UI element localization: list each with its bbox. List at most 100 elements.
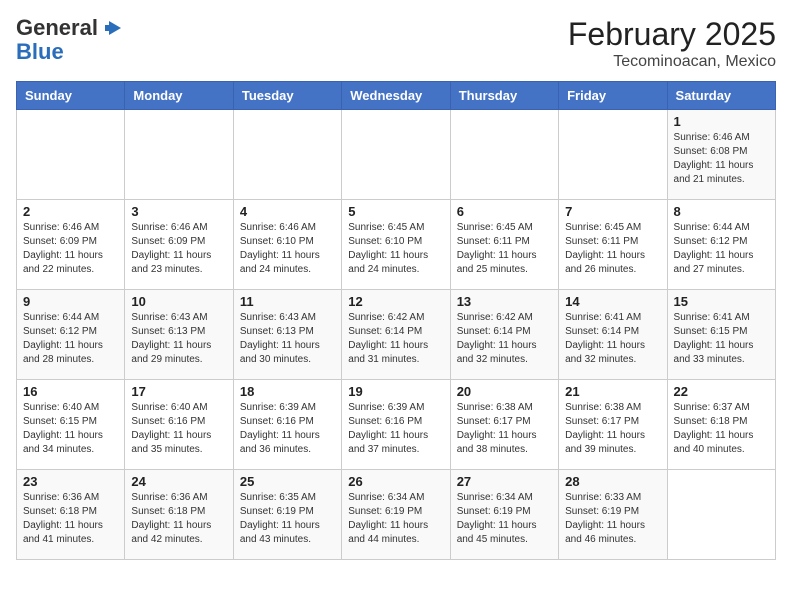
- calendar-cell: 20 Sunrise: 6:38 AM Sunset: 6:17 PM Dayli…: [450, 380, 558, 470]
- day-number: 28: [565, 474, 660, 489]
- day-number: 10: [131, 294, 226, 309]
- calendar-cell: 6 Sunrise: 6:45 AM Sunset: 6:11 PM Daylig…: [450, 200, 558, 290]
- day-number: 16: [23, 384, 118, 399]
- day-info: Sunrise: 6:45 AM Sunset: 6:10 PM Dayligh…: [348, 221, 443, 277]
- day-info: Sunrise: 6:41 AM Sunset: 6:15 PM Dayligh…: [674, 311, 769, 367]
- weekday-header-thursday: Thursday: [450, 82, 558, 110]
- calendar-cell: 11 Sunrise: 6:43 AM Sunset: 6:13 PM Dayli…: [233, 290, 341, 380]
- day-info: Sunrise: 6:42 AM Sunset: 6:14 PM Dayligh…: [457, 311, 552, 367]
- day-number: 13: [457, 294, 552, 309]
- calendar-cell: 1Sunrise: 6:46 AM Sunset: 6:08 PM Daylig…: [667, 110, 775, 200]
- day-number: 11: [240, 294, 335, 309]
- calendar-cell: 4 Sunrise: 6:46 AM Sunset: 6:10 PM Daylig…: [233, 200, 341, 290]
- day-number: 17: [131, 384, 226, 399]
- calendar-cell: 25 Sunrise: 6:35 AM Sunset: 6:19 PM Dayli…: [233, 470, 341, 560]
- calendar-cell: 15 Sunrise: 6:41 AM Sunset: 6:15 PM Dayli…: [667, 290, 775, 380]
- calendar-cell: 9 Sunrise: 6:44 AM Sunset: 6:12 PM Daylig…: [17, 290, 125, 380]
- calendar-cell: 23 Sunrise: 6:36 AM Sunset: 6:18 PM Dayli…: [17, 470, 125, 560]
- day-number: 9: [23, 294, 118, 309]
- weekday-header-friday: Friday: [559, 82, 667, 110]
- logo: General Blue: [16, 16, 123, 64]
- calendar-cell: 16Sunrise: 6:40 AM Sunset: 6:15 PM Dayli…: [17, 380, 125, 470]
- day-number: 18: [240, 384, 335, 399]
- day-number: 3: [131, 204, 226, 219]
- calendar-header-row: SundayMondayTuesdayWednesdayThursdayFrid…: [17, 82, 776, 110]
- day-info: Sunrise: 6:46 AM Sunset: 6:09 PM Dayligh…: [23, 221, 118, 277]
- calendar-cell: [667, 470, 775, 560]
- month-year-title: February 2025: [568, 16, 776, 53]
- weekday-header-saturday: Saturday: [667, 82, 775, 110]
- calendar-week-row: 1Sunrise: 6:46 AM Sunset: 6:08 PM Daylig…: [17, 110, 776, 200]
- day-info: Sunrise: 6:33 AM Sunset: 6:19 PM Dayligh…: [565, 491, 660, 547]
- day-number: 8: [674, 204, 769, 219]
- calendar-cell: 26 Sunrise: 6:34 AM Sunset: 6:19 PM Dayli…: [342, 470, 450, 560]
- day-number: 19: [348, 384, 443, 399]
- day-info: Sunrise: 6:34 AM Sunset: 6:19 PM Dayligh…: [457, 491, 552, 547]
- day-number: 2: [23, 204, 118, 219]
- day-info: Sunrise: 6:43 AM Sunset: 6:13 PM Dayligh…: [240, 311, 335, 367]
- calendar-table: SundayMondayTuesdayWednesdayThursdayFrid…: [16, 81, 776, 560]
- day-number: 1: [674, 114, 769, 129]
- calendar-cell: [17, 110, 125, 200]
- calendar-week-row: 23 Sunrise: 6:36 AM Sunset: 6:18 PM Dayli…: [17, 470, 776, 560]
- calendar-week-row: 2 Sunrise: 6:46 AM Sunset: 6:09 PM Daylig…: [17, 200, 776, 290]
- day-number: 23: [23, 474, 118, 489]
- day-number: 5: [348, 204, 443, 219]
- calendar-week-row: 16Sunrise: 6:40 AM Sunset: 6:15 PM Dayli…: [17, 380, 776, 470]
- calendar-cell: 24 Sunrise: 6:36 AM Sunset: 6:18 PM Dayli…: [125, 470, 233, 560]
- day-number: 21: [565, 384, 660, 399]
- day-info: Sunrise: 6:44 AM Sunset: 6:12 PM Dayligh…: [674, 221, 769, 277]
- calendar-cell: 19Sunrise: 6:39 AM Sunset: 6:16 PM Dayli…: [342, 380, 450, 470]
- calendar-cell: [559, 110, 667, 200]
- day-info: Sunrise: 6:36 AM Sunset: 6:18 PM Dayligh…: [23, 491, 118, 547]
- day-number: 7: [565, 204, 660, 219]
- weekday-header-sunday: Sunday: [17, 82, 125, 110]
- day-info: Sunrise: 6:37 AM Sunset: 6:18 PM Dayligh…: [674, 401, 769, 457]
- day-info: Sunrise: 6:46 AM Sunset: 6:10 PM Dayligh…: [240, 221, 335, 277]
- day-number: 26: [348, 474, 443, 489]
- calendar-cell: 14 Sunrise: 6:41 AM Sunset: 6:14 PM Dayli…: [559, 290, 667, 380]
- weekday-header-wednesday: Wednesday: [342, 82, 450, 110]
- calendar-cell: [125, 110, 233, 200]
- calendar-cell: 10 Sunrise: 6:43 AM Sunset: 6:13 PM Dayli…: [125, 290, 233, 380]
- day-number: 27: [457, 474, 552, 489]
- day-info: Sunrise: 6:44 AM Sunset: 6:12 PM Dayligh…: [23, 311, 118, 367]
- day-info: Sunrise: 6:38 AM Sunset: 6:17 PM Dayligh…: [457, 401, 552, 457]
- day-number: 4: [240, 204, 335, 219]
- day-number: 15: [674, 294, 769, 309]
- day-info: Sunrise: 6:45 AM Sunset: 6:11 PM Dayligh…: [565, 221, 660, 277]
- calendar-cell: [342, 110, 450, 200]
- weekday-header-tuesday: Tuesday: [233, 82, 341, 110]
- day-info: Sunrise: 6:39 AM Sunset: 6:16 PM Dayligh…: [240, 401, 335, 457]
- day-number: 14: [565, 294, 660, 309]
- day-info: Sunrise: 6:42 AM Sunset: 6:14 PM Dayligh…: [348, 311, 443, 367]
- calendar-cell: 28 Sunrise: 6:33 AM Sunset: 6:19 PM Dayli…: [559, 470, 667, 560]
- day-info: Sunrise: 6:41 AM Sunset: 6:14 PM Dayligh…: [565, 311, 660, 367]
- calendar-cell: 12 Sunrise: 6:42 AM Sunset: 6:14 PM Dayli…: [342, 290, 450, 380]
- calendar-cell: [450, 110, 558, 200]
- calendar-cell: [233, 110, 341, 200]
- day-info: Sunrise: 6:40 AM Sunset: 6:16 PM Dayligh…: [131, 401, 226, 457]
- calendar-cell: 3 Sunrise: 6:46 AM Sunset: 6:09 PM Daylig…: [125, 200, 233, 290]
- day-number: 12: [348, 294, 443, 309]
- calendar-week-row: 9 Sunrise: 6:44 AM Sunset: 6:12 PM Daylig…: [17, 290, 776, 380]
- day-info: Sunrise: 6:36 AM Sunset: 6:18 PM Dayligh…: [131, 491, 226, 547]
- page-header: General Blue February 2025 Tecominoacan,…: [16, 16, 776, 71]
- day-number: 24: [131, 474, 226, 489]
- day-info: Sunrise: 6:38 AM Sunset: 6:17 PM Dayligh…: [565, 401, 660, 457]
- day-info: Sunrise: 6:45 AM Sunset: 6:11 PM Dayligh…: [457, 221, 552, 277]
- day-number: 6: [457, 204, 552, 219]
- calendar-cell: 17 Sunrise: 6:40 AM Sunset: 6:16 PM Dayli…: [125, 380, 233, 470]
- day-number: 25: [240, 474, 335, 489]
- day-number: 22: [674, 384, 769, 399]
- logo-icon: [101, 17, 123, 39]
- day-number: 20: [457, 384, 552, 399]
- day-info: Sunrise: 6:34 AM Sunset: 6:19 PM Dayligh…: [348, 491, 443, 547]
- day-info: Sunrise: 6:46 AM Sunset: 6:09 PM Dayligh…: [131, 221, 226, 277]
- calendar-cell: 2 Sunrise: 6:46 AM Sunset: 6:09 PM Daylig…: [17, 200, 125, 290]
- day-info: Sunrise: 6:35 AM Sunset: 6:19 PM Dayligh…: [240, 491, 335, 547]
- logo-general-text: General: [16, 16, 98, 40]
- logo-blue-text: Blue: [16, 40, 64, 64]
- title-block: February 2025 Tecominoacan, Mexico: [568, 16, 776, 71]
- day-info: Sunrise: 6:43 AM Sunset: 6:13 PM Dayligh…: [131, 311, 226, 367]
